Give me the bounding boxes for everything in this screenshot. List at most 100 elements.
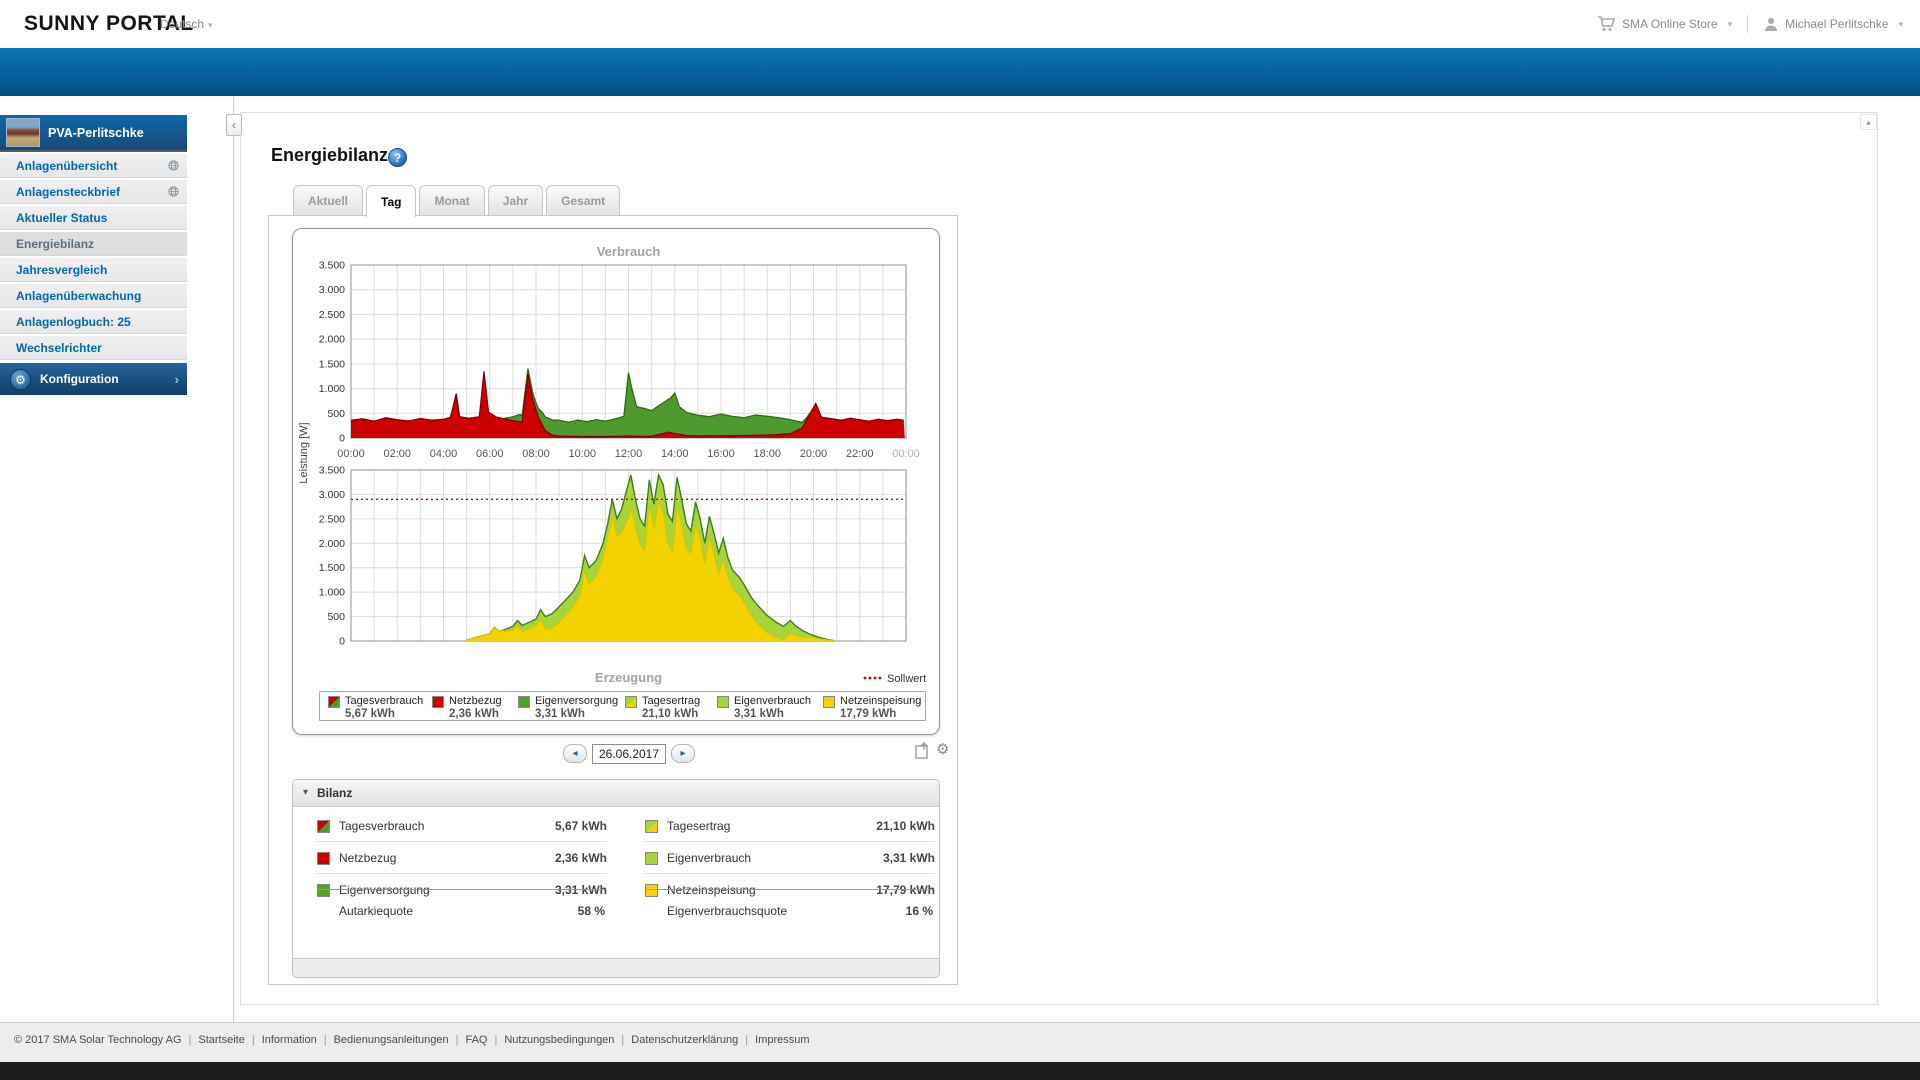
sidebar-plant-header[interactable]: PVA-Perlitschke — [0, 115, 187, 152]
svg-text:18:00: 18:00 — [753, 448, 781, 460]
balance-swatch-red-green — [317, 820, 330, 833]
sidebar-item-5[interactable]: Jahresvergleich — [0, 258, 187, 282]
balance-row: Eigenverbrauch 3,31 kWh — [645, 842, 935, 874]
divider — [317, 889, 605, 890]
footer-link-3[interactable]: Bedienungsanleitungen — [334, 1034, 449, 1046]
legend-swatch-red-green — [328, 696, 340, 708]
legend-label: Tagesertrag — [642, 695, 701, 707]
plant-thumbnail — [6, 118, 40, 147]
balance-value: 3,31 kWh — [882, 851, 935, 865]
help-icon[interactable]: ? — [388, 148, 407, 167]
sidebar-item-label: Anlagenlogbuch: 25 — [16, 314, 131, 329]
balance-label: Tagesverbrauch — [339, 819, 425, 833]
sidebar-item-konfiguration[interactable]: ⚙ Konfiguration › — [0, 363, 187, 395]
divider: | — [745, 1034, 749, 1046]
store-menu[interactable]: SMA Online Store ▾ — [1597, 16, 1732, 32]
collapse-up-button[interactable]: ▴ — [1860, 114, 1877, 130]
config-label: Konfiguration — [40, 372, 119, 386]
balance-section: ▾ Bilanz Tagesverbrauch 5,67 kWh Netzbezug… — [292, 779, 940, 978]
svg-text:12:00: 12:00 — [615, 448, 643, 460]
sidebar-item-1[interactable]: Anlagenübersicht — [0, 154, 187, 178]
autarky-value: 58 % — [577, 904, 605, 918]
user-menu[interactable]: Michael Perlitschke ▾ — [1763, 16, 1903, 32]
legend-label: Eigenversorgung — [535, 695, 619, 707]
chart-legend: Tagesverbrauch 5,67 kWh Netzbezug 2,36 kWh E… — [319, 691, 926, 721]
balance-swatch-lightgreen-yellow — [645, 820, 658, 833]
chevron-down-icon: ▾ — [1898, 18, 1903, 29]
sidebar-item-8[interactable]: Wechselrichter — [0, 336, 187, 360]
sidebar-item-label: Wechselrichter — [16, 340, 102, 355]
legend-swatch-red — [432, 696, 444, 708]
bottom-bar — [0, 1062, 1920, 1080]
prev-day-button[interactable]: ◂ — [563, 744, 587, 763]
sidebar-item-label: Jahresvergleich — [16, 262, 108, 277]
footer-link-7[interactable]: Impressum — [755, 1034, 809, 1046]
svg-text:500: 500 — [327, 408, 345, 420]
svg-text:20:00: 20:00 — [800, 448, 828, 460]
sidebar-item-label: Anlagensteckbrief — [16, 184, 121, 199]
sidebar-item-6[interactable]: Anlagenüberwachung — [0, 284, 187, 308]
sidebar-item-3[interactable]: Aktueller Status — [0, 206, 187, 230]
balance-header[interactable]: ▾ Bilanz — [293, 780, 939, 807]
export-icon[interactable] — [915, 742, 930, 764]
tab-monat[interactable]: Monat — [419, 185, 485, 215]
footer-link-4[interactable]: FAQ — [465, 1034, 487, 1046]
banner — [0, 48, 1920, 96]
tab-jahr[interactable]: Jahr — [487, 185, 544, 215]
svg-text:2.500: 2.500 — [319, 309, 345, 321]
collapse-triangle-icon: ▾ — [303, 787, 309, 798]
next-day-button[interactable]: ▸ — [671, 744, 695, 763]
chevron-down-icon: ▾ — [1727, 18, 1733, 29]
legend-value: 5,67 kWh — [345, 708, 395, 720]
store-label: SMA Online Store — [1622, 17, 1718, 31]
footer-links: © 2017 SMA Solar Technology AG | Startseit… — [14, 1034, 810, 1046]
balance-label: Eigenversorgung — [339, 883, 430, 897]
svg-text:2.000: 2.000 — [319, 538, 345, 550]
top-right-menu: SMA Online Store ▾ Michael Perlitschke ▾ — [1597, 0, 1903, 48]
svg-text:1.500: 1.500 — [319, 358, 345, 370]
balance-row: Tagesertrag 21,10 kWh — [645, 810, 935, 842]
user-label: Michael Perlitschke — [1785, 17, 1889, 31]
divider: | — [323, 1034, 327, 1046]
balance-label: Tagesertrag — [667, 819, 731, 833]
footer-link-6[interactable]: Datenschutzerklärung — [631, 1034, 738, 1046]
gear-icon: ⚙ — [10, 368, 31, 390]
collapse-sidebar-button[interactable]: ‹ — [226, 114, 242, 136]
svg-text:2.000: 2.000 — [319, 334, 345, 346]
svg-text:0: 0 — [339, 636, 345, 648]
page-title: Energiebilanz — [271, 145, 389, 165]
svg-text:16:00: 16:00 — [707, 448, 735, 460]
sidebar-item-4[interactable]: Energiebilanz — [0, 232, 187, 256]
plant-name: PVA-Perlitschke — [48, 125, 144, 140]
language-selector[interactable]: Deutsch ▾ — [160, 17, 213, 31]
tab-tag[interactable]: Tag — [366, 185, 417, 217]
svg-text:10:00: 10:00 — [568, 448, 596, 460]
tab-gesamt[interactable]: Gesamt — [546, 185, 621, 215]
footer-link-1[interactable]: Startseite — [198, 1034, 244, 1046]
svg-text:1.000: 1.000 — [319, 587, 345, 599]
footer-link-5[interactable]: Nutzungsbedingungen — [504, 1034, 614, 1046]
balance-left-column: Tagesverbrauch 5,67 kWh Netzbezug 2,36 kWh E… — [317, 810, 607, 906]
date-input[interactable] — [592, 744, 666, 764]
balance-label: Netzeinspeisung — [667, 883, 756, 897]
svg-text:500: 500 — [327, 611, 345, 623]
legend-value: 3,31 kWh — [535, 708, 585, 720]
sidebar-item-7[interactable]: Anlagenlogbuch: 25 — [0, 310, 187, 334]
svg-text:Leistung [W]: Leistung [W] — [298, 422, 310, 483]
divider: | — [494, 1034, 498, 1046]
footer-link-2[interactable]: Information — [262, 1034, 317, 1046]
legend-label: Tagesverbrauch — [345, 695, 424, 707]
settings-icon[interactable]: ⚙ — [936, 740, 949, 758]
balance-value: 17,79 kWh — [876, 883, 935, 897]
legend-label: Netzeinspeisung — [840, 695, 922, 707]
sidebar-item-2[interactable]: Anlagensteckbrief — [0, 180, 187, 204]
balance-row: Tagesverbrauch 5,67 kWh — [317, 810, 607, 842]
balance-row: Netzbezug 2,36 kWh — [317, 842, 607, 874]
tab-aktuell[interactable]: Aktuell — [293, 185, 364, 215]
svg-text:3.500: 3.500 — [319, 465, 345, 477]
svg-text:3.500: 3.500 — [319, 260, 345, 272]
svg-text:3.000: 3.000 — [319, 284, 345, 296]
legend-value: 17,79 kWh — [840, 708, 897, 720]
sidebar-item-label: Aktueller Status — [16, 210, 108, 225]
balance-swatch-lightgreen — [645, 852, 658, 865]
